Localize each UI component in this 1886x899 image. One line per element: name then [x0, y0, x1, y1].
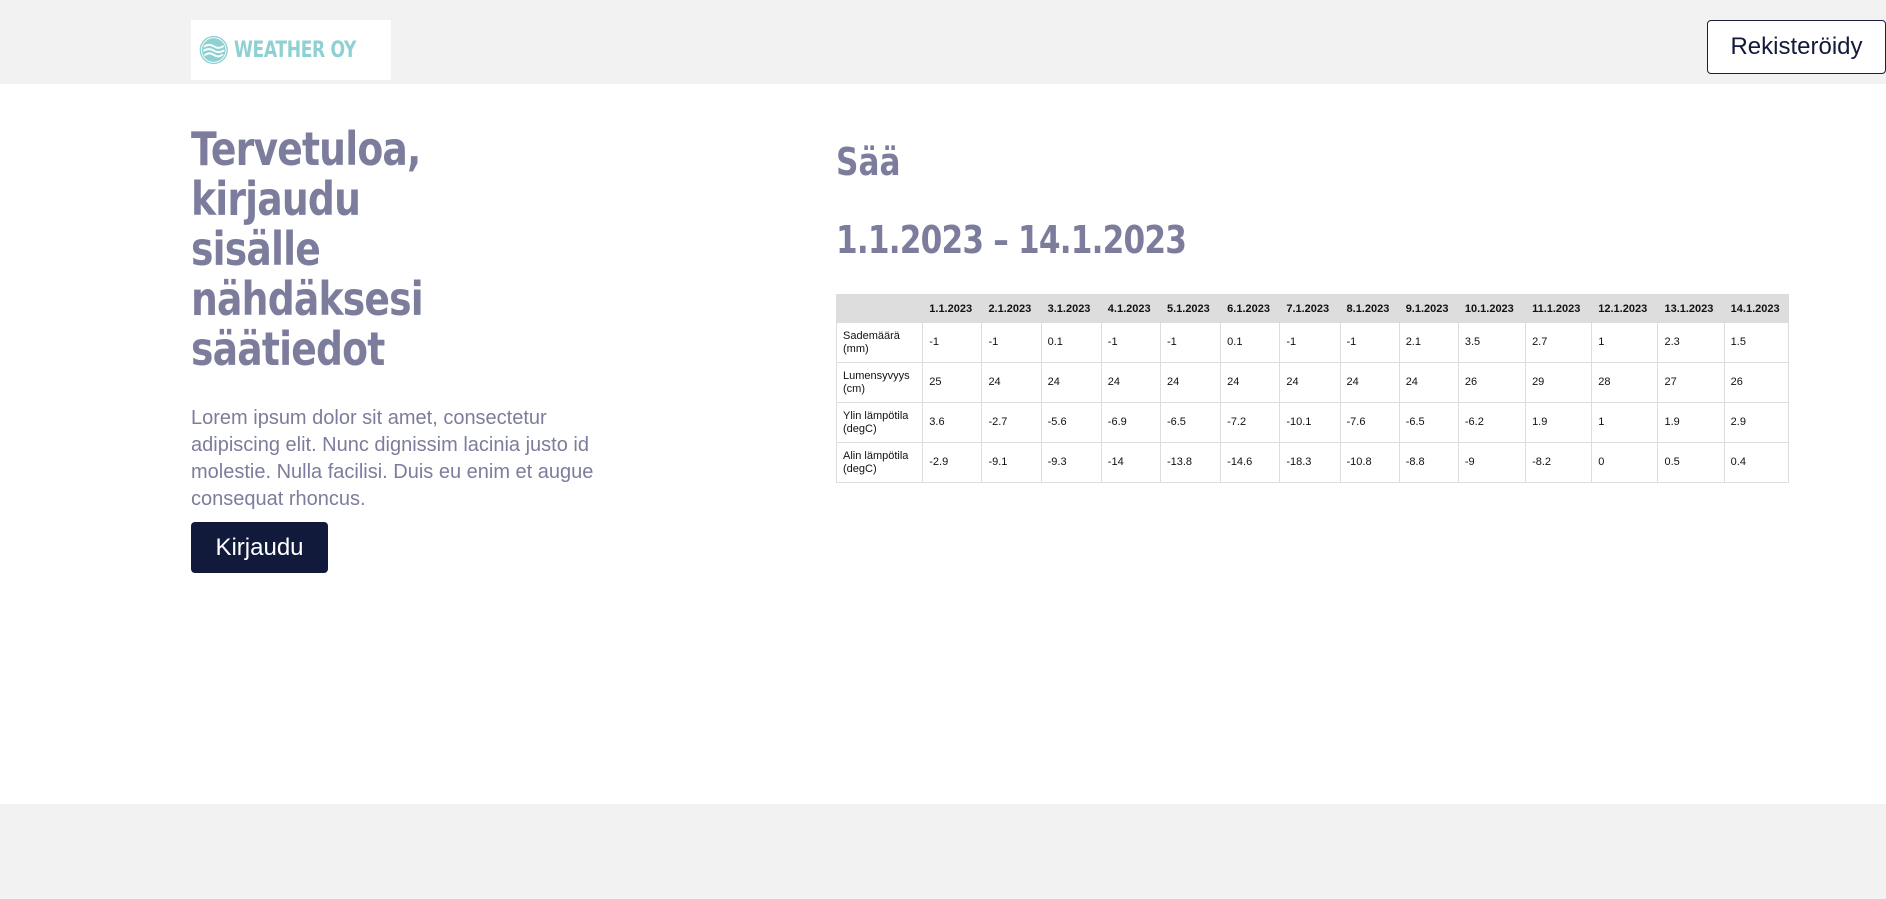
table-cell: 24 — [1279, 362, 1341, 403]
table-header-cell: 6.1.2023 — [1220, 294, 1281, 323]
hero-title-line: kirjaudu sisälle — [191, 172, 361, 276]
table-cell: -2.7 — [981, 402, 1042, 443]
table-header-cell: 9.1.2023 — [1398, 294, 1459, 323]
hero-title: Tervetuloa, kirjaudu sisälle nähdäksesi … — [191, 124, 486, 374]
table-row: Ylin lämpötila (degC) 3.6 -2.7 -5.6 -6.9 -6.5… — [835, 402, 1790, 443]
table-cell: -8.8 — [1398, 442, 1459, 483]
table-cell: 28 — [1591, 362, 1659, 403]
table-cell: -1 — [1279, 322, 1341, 363]
table-cell: -10.8 — [1339, 442, 1400, 483]
table-cell: 2.7 — [1525, 322, 1593, 363]
table-header-cell: 13.1.2023 — [1657, 294, 1725, 323]
site-footer — [0, 804, 1886, 899]
table-row: Lumensyvyys (cm) 25 24 24 24 24 24 24 24 24 26 29 28… — [835, 362, 1790, 403]
site-header: WEATHER OY Rekisteröidy — [0, 0, 1886, 84]
hero-description: Lorem ipsum dolor sit amet, consectetur … — [191, 407, 594, 510]
table-cell: 24 — [1398, 362, 1459, 403]
table-cell: 2.3 — [1657, 322, 1725, 363]
table-cell: -9.1 — [981, 442, 1042, 483]
table-cell: -9.3 — [1040, 442, 1102, 483]
table-header-cell: 11.1.2023 — [1525, 294, 1593, 323]
table-cell: -6.5 — [1398, 402, 1459, 443]
table-cell: 1 — [1591, 402, 1659, 443]
table-cell: 0.1 — [1220, 322, 1281, 363]
table-cell: -6.5 — [1159, 402, 1222, 443]
table-cell: -8.2 — [1525, 442, 1593, 483]
table-cell: -1 — [1159, 322, 1222, 363]
table-header-cell: 14.1.2023 — [1723, 294, 1790, 323]
table-cell: -13.8 — [1159, 442, 1222, 483]
table-cell: 2.9 — [1723, 402, 1790, 443]
row-label-cell: Alin lämpötila (degC) — [835, 442, 924, 483]
table-cell: 25 — [922, 362, 983, 403]
table-header-cell — [835, 294, 924, 323]
table-cell: 27 — [1657, 362, 1725, 403]
table-header-cell: 10.1.2023 — [1457, 294, 1527, 323]
table-row: Sademäärä (mm) -1 -1 0.1 -1 -1 0.1 -1 -1 2.1 3.5 2.… — [835, 322, 1790, 363]
table-row: Alin lämpötila (degC) -2.9 -9.1 -9.3 -14 -13.… — [835, 442, 1790, 483]
table-cell: 26 — [1723, 362, 1790, 403]
table-cell: 24 — [1339, 362, 1400, 403]
table-cell: -2.9 — [922, 442, 983, 483]
hero-title-line: nähdäksesi — [191, 272, 424, 326]
weather-title: Sää — [836, 140, 901, 184]
table-cell: -14.6 — [1220, 442, 1281, 483]
table-cell: 24 — [981, 362, 1042, 403]
row-label-cell: Lumensyvyys (cm) — [835, 362, 924, 403]
table-cell: -1 — [1339, 322, 1400, 363]
hero-title-line: Tervetuloa, — [191, 122, 421, 176]
table-header-cell: 2.1.2023 — [981, 294, 1042, 323]
register-button[interactable]: Rekisteröidy — [1707, 20, 1886, 74]
table-cell: 0.5 — [1657, 442, 1725, 483]
table-cell: -7.2 — [1220, 402, 1281, 443]
table-cell: 24 — [1159, 362, 1222, 403]
table-header-cell: 3.1.2023 — [1040, 294, 1102, 323]
weather-date-range: 1.1.2023 – 14.1.2023 — [836, 218, 1187, 262]
table-cell: 26 — [1457, 362, 1527, 403]
table-cell: 0.1 — [1040, 322, 1102, 363]
table-cell: 1.9 — [1657, 402, 1725, 443]
table-header-cell: 7.1.2023 — [1279, 294, 1341, 323]
table-cell: -1 — [1100, 322, 1161, 363]
table-cell: 3.5 — [1457, 322, 1527, 363]
table-cell: 1.5 — [1723, 322, 1790, 363]
table-header-cell: 5.1.2023 — [1159, 294, 1222, 323]
table-cell: -7.6 — [1339, 402, 1400, 443]
table-cell: -6.9 — [1100, 402, 1161, 443]
table-cell: -14 — [1100, 442, 1161, 483]
table-cell: -9 — [1457, 442, 1527, 483]
table-cell: -18.3 — [1279, 442, 1341, 483]
table-cell: -5.6 — [1040, 402, 1102, 443]
row-label-cell: Sademäärä (mm) — [835, 322, 924, 363]
table-header-cell: 12.1.2023 — [1591, 294, 1659, 323]
table-body: Sademäärä (mm) -1 -1 0.1 -1 -1 0.1 -1 -1 2.1 3.5 2.… — [835, 322, 1790, 483]
table-cell: 3.6 — [922, 402, 983, 443]
table-cell: 1 — [1591, 322, 1659, 363]
table-header-row: 1.1.2023 2.1.2023 3.1.2023 4.1.2023 5.1.… — [835, 294, 1790, 323]
logo[interactable]: WEATHER OY — [191, 20, 391, 80]
row-label-cell: Ylin lämpötila (degC) — [835, 402, 924, 443]
table-cell: 1.9 — [1525, 402, 1593, 443]
waves-circle-icon — [199, 35, 228, 65]
logo-text: WEATHER OY — [234, 37, 357, 63]
table-cell: 0 — [1591, 442, 1659, 483]
table-header-cell: 4.1.2023 — [1100, 294, 1161, 323]
table-cell: -1 — [922, 322, 983, 363]
table-header-cell: 1.1.2023 — [922, 294, 983, 323]
login-button[interactable]: Kirjaudu — [191, 522, 328, 573]
table-cell: 0.4 — [1723, 442, 1790, 483]
table-cell: 24 — [1100, 362, 1161, 403]
table-cell: 29 — [1525, 362, 1593, 403]
weather-table: 1.1.2023 2.1.2023 3.1.2023 4.1.2023 5.1.… — [835, 294, 1790, 483]
table-cell: 2.1 — [1398, 322, 1459, 363]
table-cell: -6.2 — [1457, 402, 1527, 443]
table-header-cell: 8.1.2023 — [1339, 294, 1400, 323]
table-cell: 24 — [1040, 362, 1102, 403]
table-cell: -10.1 — [1279, 402, 1341, 443]
hero-title-line: säätiedot — [191, 322, 385, 376]
table-cell: -1 — [981, 322, 1042, 363]
table-cell: 24 — [1220, 362, 1281, 403]
